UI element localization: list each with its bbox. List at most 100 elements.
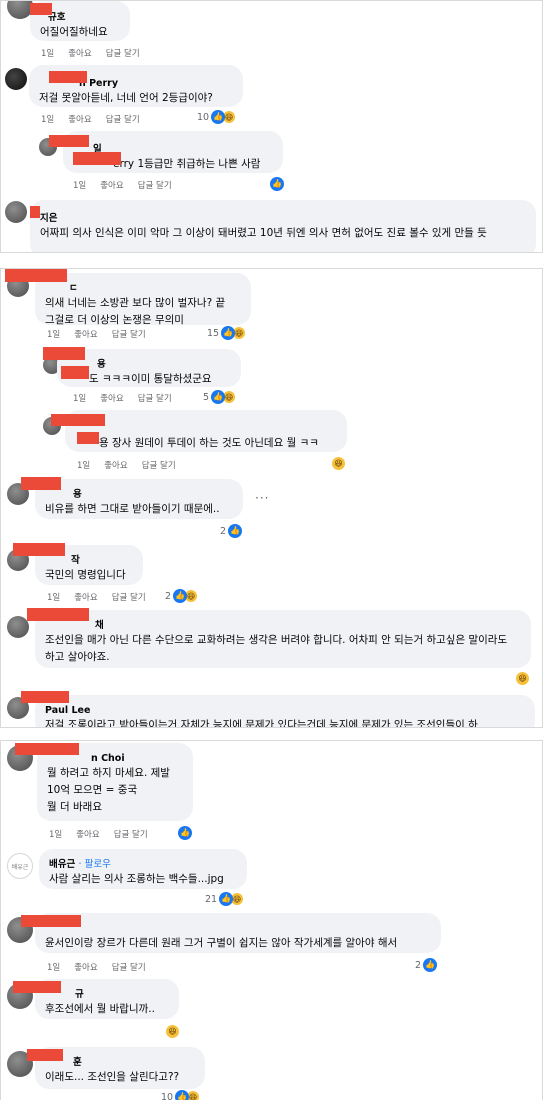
comment-panel-2: ㄷ 의새 너네는 소방관 보다 많이 벌자나? 끝 그걸로 더 이상의 논쟁은 … bbox=[0, 268, 543, 728]
reaction-count[interactable]: 👍 bbox=[176, 826, 192, 840]
redacted-name bbox=[49, 71, 87, 83]
reaction-count[interactable]: 😆 bbox=[515, 671, 530, 686]
reply-link[interactable]: 답글 달기 bbox=[142, 461, 176, 471]
comment-time: 1일 bbox=[47, 593, 61, 603]
like-link[interactable]: 좋아요 bbox=[100, 181, 123, 191]
comment-author[interactable]: 훈 bbox=[73, 1056, 82, 1069]
avatar[interactable] bbox=[5, 201, 27, 223]
comment-author[interactable]: 배유근 · 팔로우 bbox=[49, 858, 111, 871]
comment-actions: 1일 좋아요 답글 달기 bbox=[49, 828, 162, 840]
haha-icon: 😆 bbox=[165, 1024, 180, 1039]
reaction-number: 5 bbox=[203, 391, 210, 403]
comment-author[interactable]: 채 bbox=[95, 619, 104, 632]
like-link[interactable]: 좋아요 bbox=[74, 330, 97, 340]
thumbs-up-icon: 👍 bbox=[219, 892, 234, 906]
redacted-name bbox=[30, 206, 40, 218]
redacted-name bbox=[43, 347, 85, 360]
reaction-count[interactable]: 2 👍 😆 bbox=[165, 589, 199, 603]
comment-author[interactable]: 지은 bbox=[40, 212, 57, 225]
like-link[interactable]: 좋아요 bbox=[74, 593, 97, 603]
reaction-number: 21 bbox=[205, 893, 218, 905]
comment-time: 1일 bbox=[47, 330, 61, 340]
avatar[interactable]: 배유근 bbox=[7, 853, 33, 879]
comment-time: 1일 bbox=[49, 830, 63, 840]
redacted-name bbox=[13, 981, 61, 993]
comment-text: 어짜피 의사 인식은 이미 악마 그 이상이 돼버렸고 10년 뒤엔 의사 면허… bbox=[40, 227, 487, 239]
redacted-name bbox=[21, 691, 69, 703]
redacted-name bbox=[13, 543, 65, 556]
comment-actions: 1일 좋아요 답글 달기 bbox=[47, 961, 160, 973]
reaction-count[interactable]: 21 👍 😆 bbox=[205, 892, 245, 906]
reaction-count[interactable]: 2 👍 bbox=[220, 524, 243, 538]
reaction-count[interactable]: 👍 bbox=[268, 177, 284, 191]
avatar[interactable] bbox=[5, 68, 27, 90]
reaction-count[interactable]: 5 👍 😆 bbox=[203, 390, 237, 404]
redacted-text bbox=[61, 366, 89, 379]
author-name[interactable]: 배유근 bbox=[49, 859, 75, 870]
avatar[interactable] bbox=[7, 616, 29, 638]
comment-actions: 1일 좋아요 답글 달기 bbox=[47, 328, 160, 340]
follow-link[interactable]: · 팔로우 bbox=[79, 859, 111, 870]
comment-text: 어질어질하네요 bbox=[40, 26, 108, 38]
comment-text: 후조선에서 뭘 바랍니까.. bbox=[45, 1003, 155, 1015]
redacted-text bbox=[73, 152, 121, 165]
reaction-count[interactable]: 2 👍 bbox=[415, 958, 438, 972]
reaction-number: 2 bbox=[415, 959, 422, 971]
like-link[interactable]: 좋아요 bbox=[76, 830, 99, 840]
like-link[interactable]: 좋아요 bbox=[100, 394, 123, 404]
reaction-count[interactable]: 15 👍 😆 bbox=[207, 326, 247, 340]
reply-link[interactable]: 답글 달기 bbox=[112, 963, 146, 973]
comment-text: 조선인을 매가 아닌 다른 수단으로 교화하려는 생각은 버려야 합니다. 어차… bbox=[45, 634, 511, 663]
comment-actions: 1일 좋아요 답글 달기 bbox=[41, 113, 154, 125]
reply-link[interactable]: 답글 달기 bbox=[106, 115, 140, 125]
thumbs-up-icon: 👍 bbox=[270, 177, 284, 191]
comment-time: 1일 bbox=[47, 963, 61, 973]
thumbs-up-icon: 👍 bbox=[211, 110, 226, 124]
comment-author[interactable]: Paul Lee bbox=[45, 704, 90, 717]
thumbs-up-icon: 👍 bbox=[175, 1090, 190, 1100]
thumbs-up-icon: 👍 bbox=[423, 958, 438, 972]
thumbs-up-icon: 👍 bbox=[221, 326, 236, 340]
redacted-name bbox=[15, 743, 79, 755]
comment-text: 저걸 조롱이라고 받아들이는거 자체가 능지에 문제가 있다는건데 능지에 문제… bbox=[45, 719, 478, 728]
like-link[interactable]: 좋아요 bbox=[68, 49, 91, 59]
redacted-name bbox=[51, 414, 105, 426]
reply-link[interactable]: 답글 달기 bbox=[138, 181, 172, 191]
comment-bubble: Paul Lee 저걸 조롱이라고 받아들이는거 자체가 능지에 문제가 있다는… bbox=[21, 691, 535, 728]
reply-link[interactable]: 답글 달기 bbox=[106, 49, 140, 59]
comment-actions: 1일 좋아요 답글 달기 bbox=[73, 392, 186, 404]
reaction-count[interactable]: 😆 bbox=[331, 456, 346, 471]
comment-actions: 1일 좋아요 답글 달기 bbox=[77, 459, 190, 471]
comment-author[interactable]: ㄷ bbox=[69, 282, 78, 295]
reply-link[interactable]: 답글 달기 bbox=[114, 830, 148, 840]
comment-time: 1일 bbox=[77, 461, 91, 471]
reply-link[interactable]: 답글 달기 bbox=[112, 593, 146, 603]
comment-time: 1일 bbox=[41, 115, 55, 125]
reply-link[interactable]: 답글 달기 bbox=[138, 394, 172, 404]
comment-actions: 1일 좋아요 답글 달기 bbox=[41, 47, 154, 59]
redacted-name bbox=[27, 608, 89, 621]
redacted-name bbox=[49, 135, 89, 147]
reaction-number: 10 bbox=[161, 1091, 174, 1100]
reply-link[interactable]: 답글 달기 bbox=[112, 330, 146, 340]
like-link[interactable]: 좋아요 bbox=[74, 963, 97, 973]
comment-time: 1일 bbox=[41, 49, 55, 59]
reaction-count[interactable]: 😆 bbox=[165, 1024, 180, 1039]
like-link[interactable]: 좋아요 bbox=[104, 461, 127, 471]
redacted-name bbox=[5, 269, 67, 282]
comment-bubble: n Choi 뭘 하려고 하지 마세요. 제발 10억 모으면 = 중국 뭘 더… bbox=[15, 743, 193, 821]
redacted-name bbox=[21, 477, 61, 490]
comment-text: 용 장사 원데이 투데이 하는 것도 아닌데요 뭘 ㅋㅋ bbox=[99, 437, 319, 449]
reaction-count[interactable]: 10 👍 😆 bbox=[197, 110, 237, 124]
more-icon[interactable]: ··· bbox=[255, 491, 269, 505]
comment-author[interactable]: n Choi bbox=[91, 752, 125, 765]
comment-author[interactable]: 작 bbox=[71, 554, 80, 567]
comment-time: 1일 bbox=[73, 394, 87, 404]
comment-author[interactable]: 용 bbox=[97, 358, 106, 371]
haha-icon: 😆 bbox=[515, 671, 530, 686]
reaction-count[interactable]: 10 👍 😆 bbox=[161, 1090, 201, 1100]
comment-author[interactable]: 용 bbox=[73, 488, 82, 501]
comment-bubble: 용 도 ㅋㅋㅋ이미 통달하셨군요 bbox=[43, 347, 241, 387]
comment-author[interactable]: 규 bbox=[75, 988, 84, 1001]
like-link[interactable]: 좋아요 bbox=[68, 115, 91, 125]
